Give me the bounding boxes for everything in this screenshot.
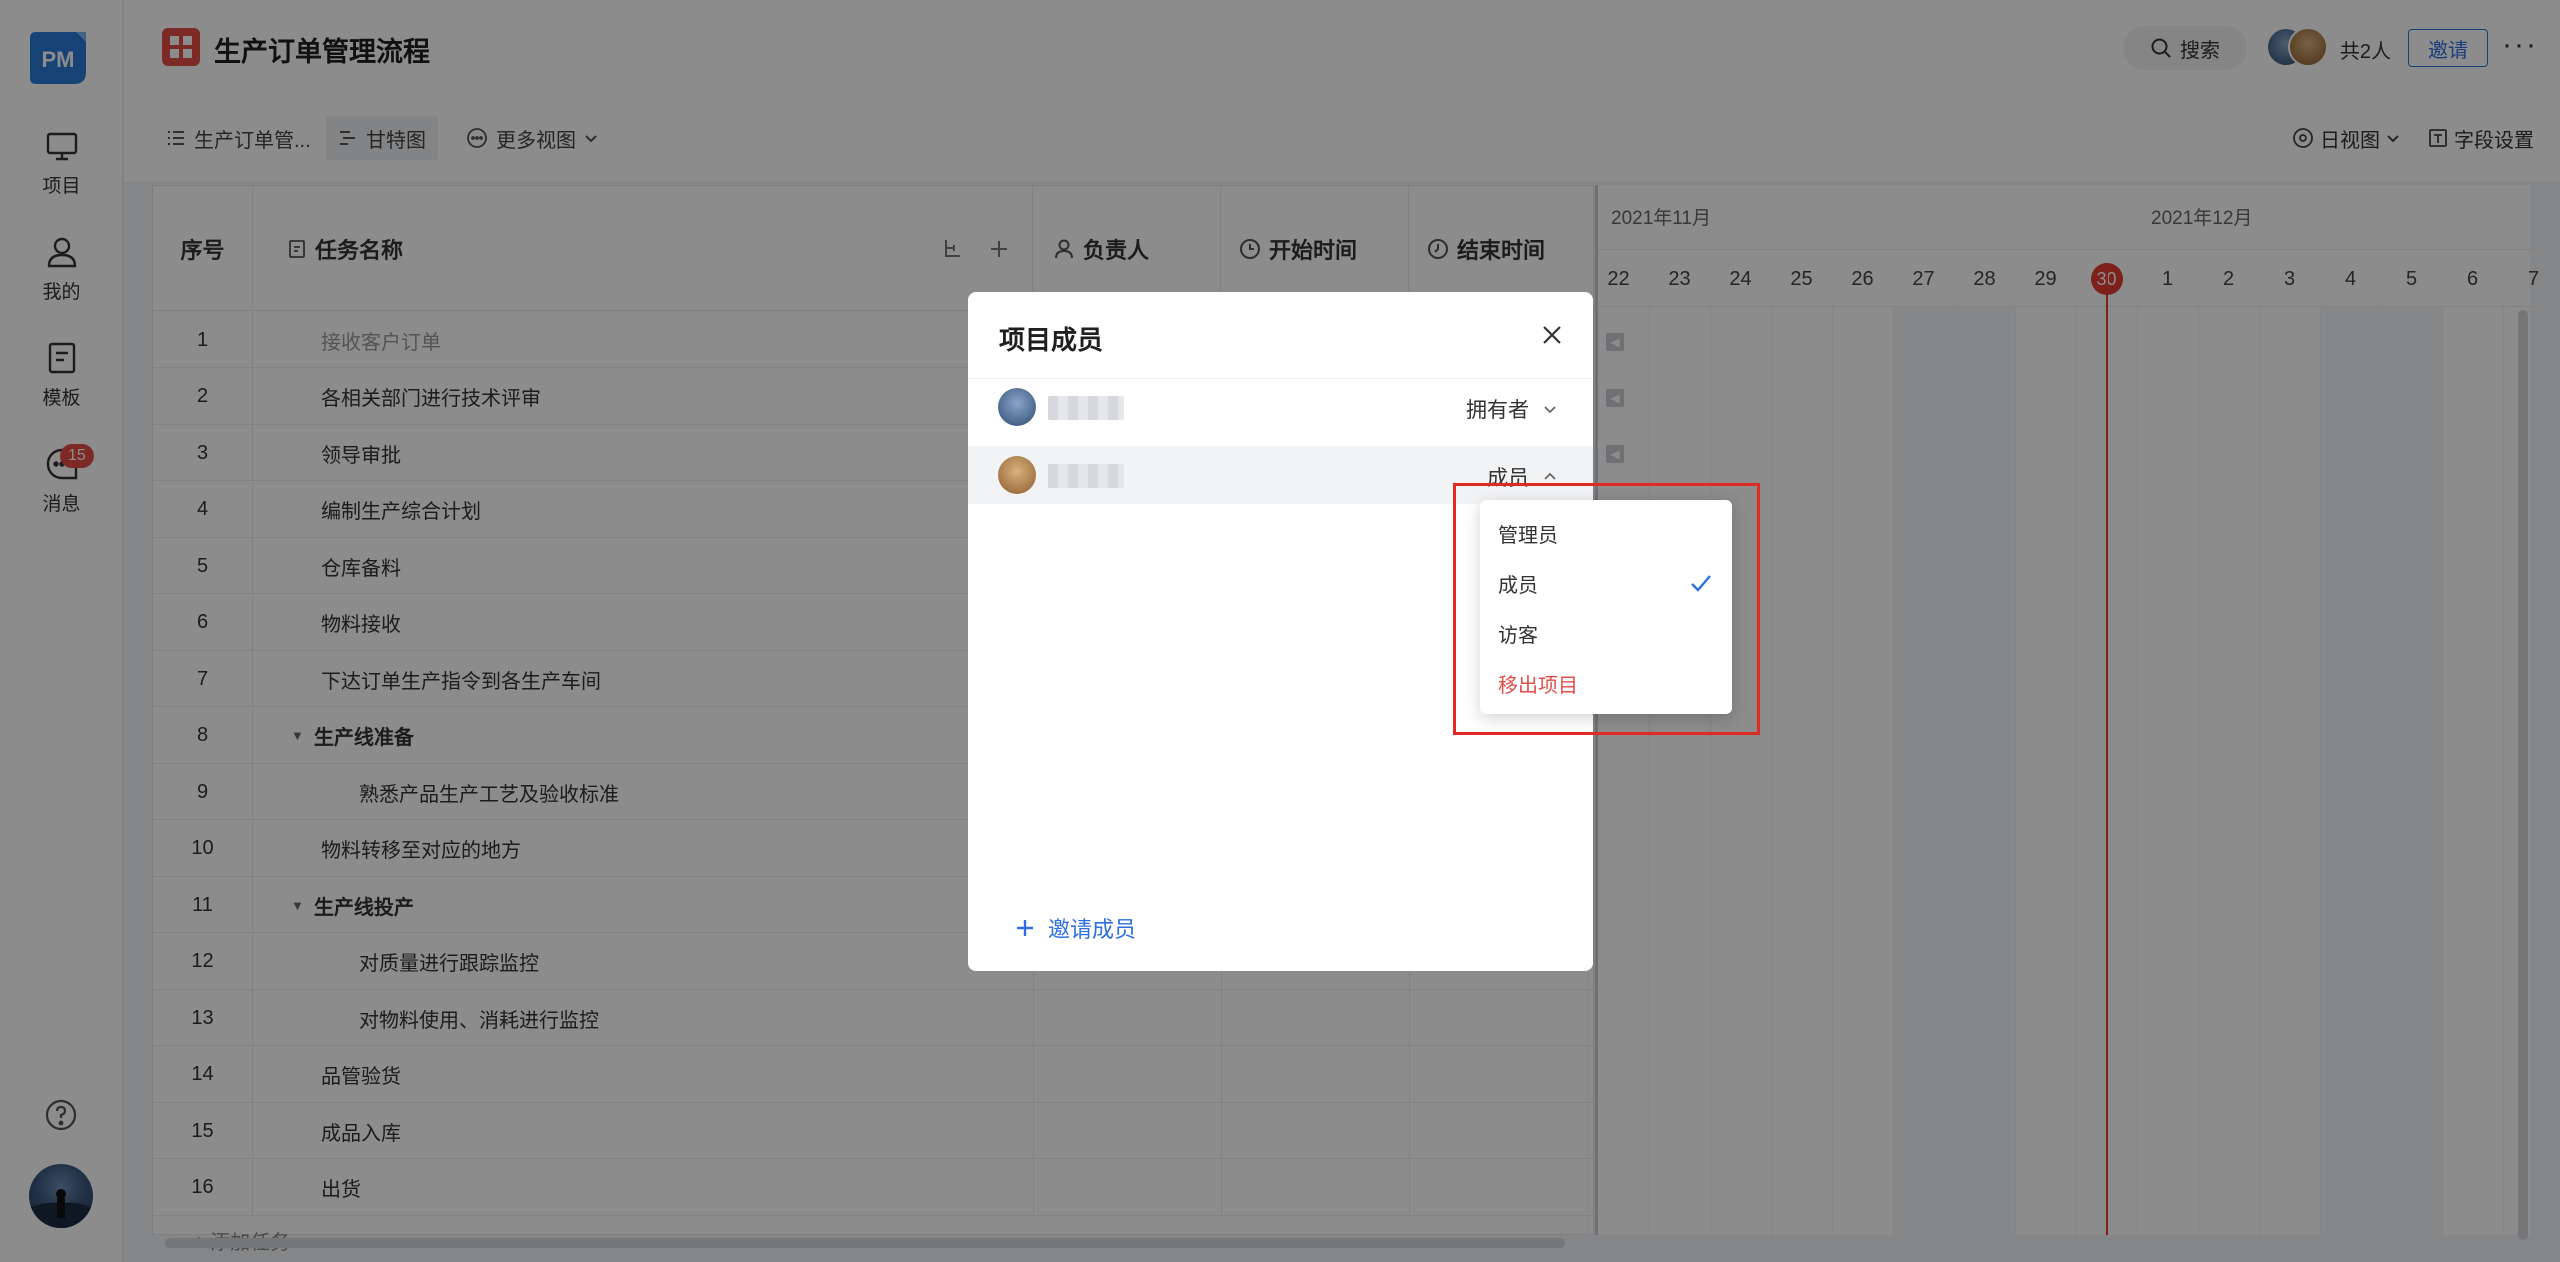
close-icon[interactable]	[1539, 322, 1565, 348]
invite-member-button[interactable]: 邀请成员	[1014, 912, 1136, 944]
chevron-up-icon	[1544, 472, 1556, 480]
role-selector[interactable]: 拥有者	[1466, 394, 1557, 424]
avatar	[998, 456, 1036, 494]
member-name-blurred	[1048, 396, 1124, 420]
annotation-highlight	[1453, 483, 1760, 735]
dialog-title: 项目成员	[999, 325, 1104, 355]
role-label: 拥有者	[1466, 399, 1529, 422]
plus-icon	[1017, 920, 1033, 936]
member-row: 拥有者	[968, 378, 1593, 436]
avatar	[998, 388, 1036, 426]
invite-member-label: 邀请成员	[1048, 917, 1137, 942]
chevron-down-icon	[1544, 406, 1556, 414]
member-name-blurred	[1048, 464, 1124, 488]
